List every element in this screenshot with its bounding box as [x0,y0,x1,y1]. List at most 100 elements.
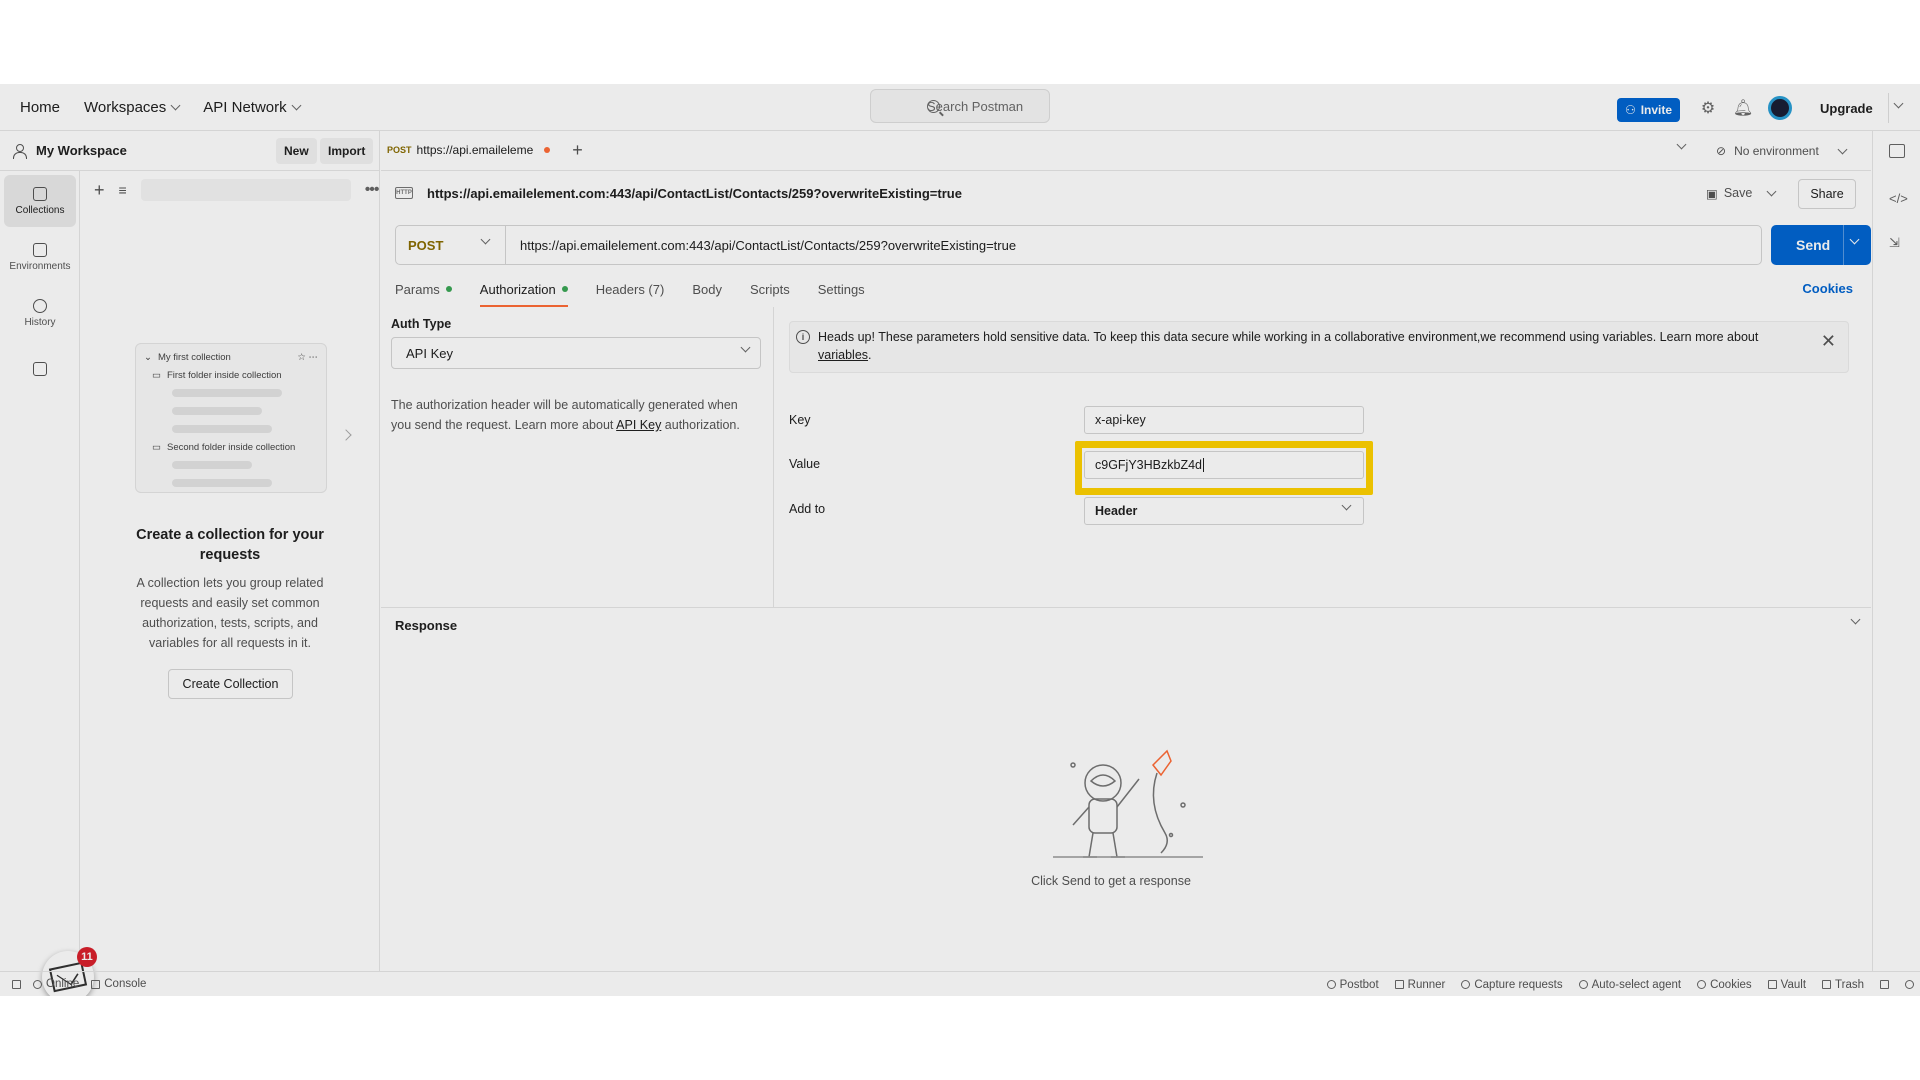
collection-tools: + ≡ ••• [80,171,380,209]
environment-select[interactable]: ⊘ No environment [1716,131,1866,171]
cookies-link[interactable]: Cookies [1802,281,1853,296]
vault-icon [1767,980,1777,989]
tab-params[interactable]: Params [395,271,452,307]
invite-button[interactable]: ⚇ Invite [1617,98,1680,122]
chevron-down-icon[interactable] [1766,186,1777,196]
collection-filter-input[interactable] [140,179,351,201]
send-button[interactable]: Send [1771,225,1871,265]
api-key-link[interactable]: API Key [616,418,661,432]
user-icon [12,143,27,159]
filter-icon[interactable]: ≡ [119,182,127,198]
auth-type-label: Auth Type [391,317,452,331]
console-icon [91,979,101,989]
toggle-sidebar-icon[interactable] [12,979,21,989]
sensitive-data-alert: i Heads up! These parameters hold sensit… [789,321,1849,373]
vault-button[interactable]: Vault [1767,979,1806,991]
new-tab-plus-icon[interactable]: + [572,140,583,161]
capture-icon [1461,980,1471,989]
avatar[interactable] [1768,96,1792,120]
apps-grid-icon [33,362,47,376]
help-icon[interactable] [1905,980,1914,989]
rail-item-collections[interactable]: Collections [4,175,76,227]
postbot-button[interactable]: Postbot [1326,979,1379,991]
folder-icon: ▭ [152,369,161,381]
import-button[interactable]: Import [320,138,374,164]
url-input[interactable] [506,226,1761,264]
auth-description: The authorization header will be automat… [391,398,740,432]
chevron-down-icon[interactable] [1893,98,1904,109]
rail-item-history[interactable]: History [4,287,76,339]
tab-authorization[interactable]: Authorization [479,271,568,307]
runner-icon [1394,980,1404,989]
runner-button[interactable]: Runner [1394,979,1445,991]
star-icon: ☆ ⋯ [297,351,318,363]
http-icon: HTTP [395,187,413,199]
create-collection-button[interactable]: Create Collection [168,669,293,699]
add-to-select[interactable]: Header [1084,497,1364,525]
share-button[interactable]: Share [1798,179,1856,209]
search-icon [927,100,940,113]
chevron-right-icon[interactable] [340,429,352,441]
chevron-down-icon[interactable] [1850,614,1861,625]
value-label: Value [789,457,821,471]
more-options-icon[interactable]: ••• [365,181,380,199]
save-button[interactable]: ▣ Save [1706,179,1786,207]
collections-icon [33,186,47,201]
method-select[interactable]: POST [396,226,506,264]
environments-icon [33,242,47,257]
cookie-icon [1697,980,1707,989]
tab-body[interactable]: Body [692,271,722,307]
response-header[interactable]: Response [381,607,1871,643]
tabs-dropdown-chevron-icon[interactable] [1676,139,1687,150]
chevron-down-icon [1341,500,1352,511]
capture-requests-button[interactable]: Capture requests [1461,979,1563,991]
nav-home[interactable]: Home [20,99,60,116]
trash-button[interactable]: Trash [1822,979,1864,991]
chevron-down-icon [1837,144,1848,154]
top-nav: Home Workspaces API Network [0,84,324,131]
tab-settings[interactable]: Settings [818,271,865,307]
unsaved-dot [544,146,551,153]
new-button[interactable]: New [276,138,317,164]
code-icon[interactable]: </> [1889,191,1908,206]
online-status[interactable]: Online [33,978,79,990]
variables-link[interactable]: variables [818,348,868,362]
key-input[interactable]: x-api-key [1084,406,1364,434]
main-panel: POST https://api.emaileleme + ⊘ No envir… [381,131,1871,971]
plus-icon[interactable]: + [94,180,105,201]
nav-api-network[interactable]: API Network [203,99,302,116]
upgrade-button[interactable]: Upgrade [1810,93,1904,123]
nav-workspaces[interactable]: Workspaces [84,99,181,116]
empty-state-title: Create a collection for your requests [136,527,324,563]
postman-app: Home Workspaces API Network Search Postm… [0,84,1920,996]
chevron-down-icon [480,234,491,245]
search-input[interactable]: Search Postman [870,89,1050,123]
documentation-icon[interactable] [1889,144,1905,158]
settings-gear-icon[interactable]: ⚙ [1698,98,1718,118]
rail-item-environments[interactable]: Environments [4,231,76,283]
workspace-name[interactable]: My Workspace [36,143,127,158]
layout-grid-icon[interactable] [1880,980,1889,989]
workspace-header: My Workspace New Import [0,131,379,171]
chevron-down-icon [291,100,302,110]
tab-headers[interactable]: Headers (7) [596,271,665,307]
auth-type-panel: Auth Type API Key The authorization head… [391,317,763,435]
close-icon[interactable]: ✕ [1821,332,1836,350]
trash-icon [1822,980,1832,989]
request-tab[interactable]: POST https://api.emaileleme [381,131,564,171]
auth-type-select[interactable]: API Key [391,337,761,369]
chevron-down-icon[interactable] [1849,234,1860,245]
request-title[interactable]: https://api.emailelement.com:443/api/Con… [427,186,962,201]
agent-icon [1578,980,1588,989]
rail-item-apps[interactable] [4,343,76,395]
cookies-button[interactable]: Cookies [1697,979,1752,991]
collapse-icon[interactable]: ⇲ [1889,235,1905,250]
request-subtabs: Params Authorization Headers (7) Body Sc… [395,271,1871,307]
no-environment-icon: ⊘ [1716,144,1727,158]
right-rail: </> ⇲ [1872,131,1920,971]
console-button[interactable]: Console [91,978,146,990]
key-label: Key [789,413,811,427]
auto-select-agent-button[interactable]: Auto-select agent [1578,979,1681,991]
tab-scripts[interactable]: Scripts [750,271,790,307]
bell-icon[interactable]: 🔔︎ [1733,98,1753,118]
